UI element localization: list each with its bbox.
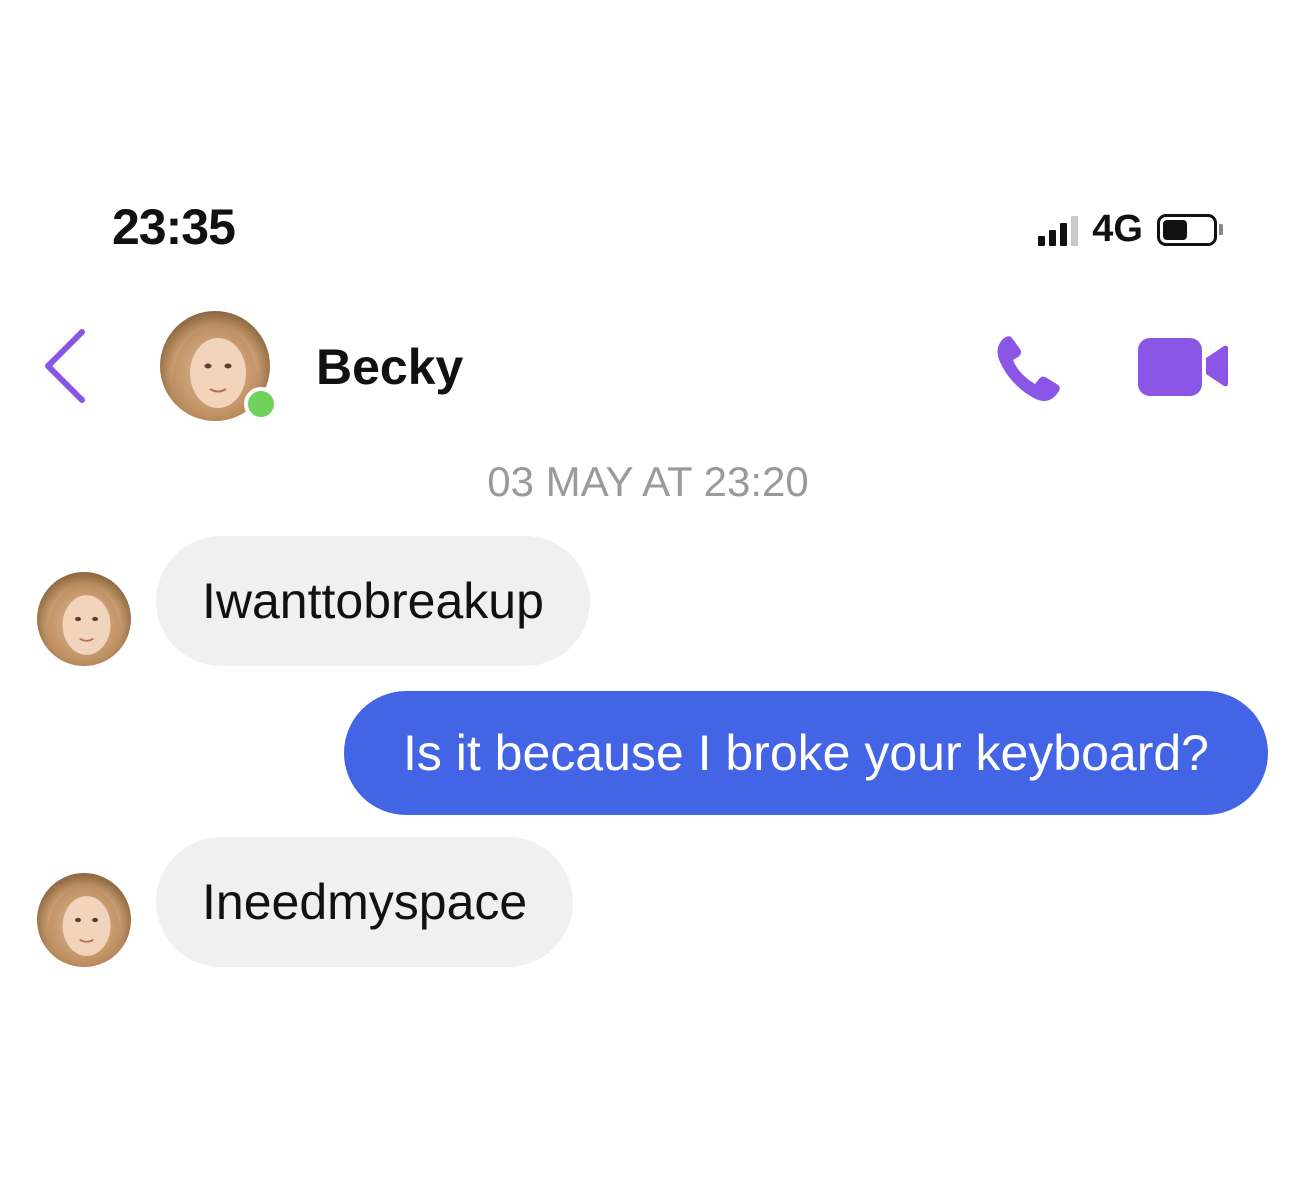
phone-icon bbox=[997, 336, 1060, 401]
conversation-timestamp: 03 MAY AT 23:20 bbox=[487, 458, 809, 505]
message-bubble-incoming[interactable]: Ineedmyspace bbox=[156, 837, 574, 967]
message-text: Iwanttobreakup bbox=[202, 573, 544, 629]
message-bubble-outgoing[interactable]: Is it because I broke your keyboard? bbox=[344, 691, 1268, 815]
status-indicators: 4G bbox=[1038, 208, 1223, 251]
message-text: Ineedmyspace bbox=[202, 874, 528, 930]
battery-level bbox=[1163, 219, 1187, 240]
contact-avatar[interactable] bbox=[160, 311, 278, 421]
message-avatar bbox=[37, 572, 131, 666]
battery-icon bbox=[1157, 213, 1223, 246]
contact-name[interactable]: Becky bbox=[316, 338, 463, 396]
video-call-button[interactable] bbox=[1136, 334, 1230, 398]
message-avatar bbox=[37, 873, 131, 967]
avatar-image bbox=[37, 873, 131, 967]
message-bubble-incoming[interactable]: Iwanttobreakup bbox=[156, 536, 590, 666]
call-button[interactable] bbox=[992, 332, 1070, 406]
avatar-image bbox=[37, 572, 131, 666]
online-indicator bbox=[244, 387, 278, 421]
video-camera-icon bbox=[1138, 338, 1228, 396]
signal-bars-icon bbox=[1038, 214, 1079, 246]
chevron-left-icon bbox=[45, 329, 85, 403]
message-text: Is it because I broke your keyboard? bbox=[402, 725, 1209, 781]
status-time: 23:35 bbox=[112, 199, 236, 255]
network-label: 4G bbox=[1092, 208, 1143, 250]
back-button[interactable] bbox=[40, 326, 92, 406]
